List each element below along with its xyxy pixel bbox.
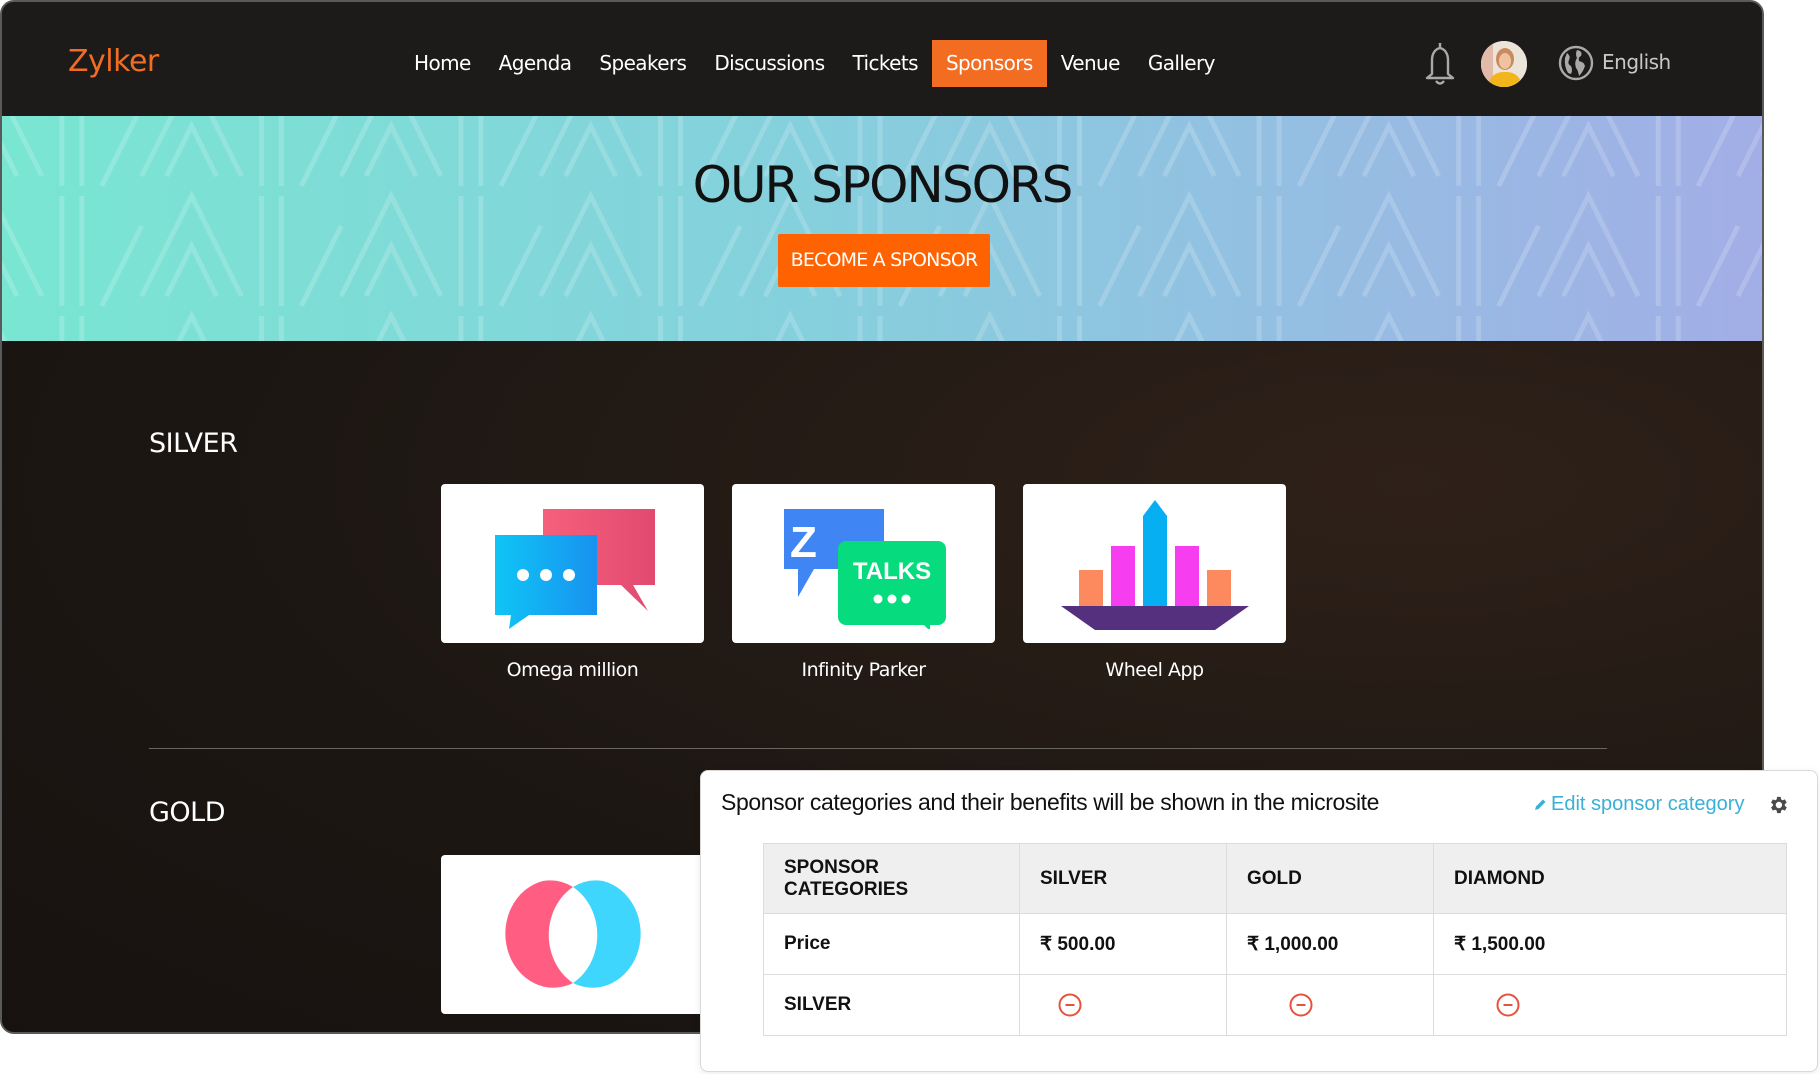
row-label: Price (763, 913, 1020, 975)
nav-tickets[interactable]: Tickets (839, 40, 932, 87)
edit-sponsor-category-label: Edit sponsor category (1551, 793, 1745, 815)
table-header-row: SPONSOR CATEGORIES SILVER GOLD DIAMOND (763, 843, 1787, 914)
section-label-silver: SILVER (149, 428, 238, 459)
column-header: DIAMOND (1433, 843, 1787, 914)
remove-icon[interactable] (1496, 993, 1520, 1017)
table-row: SILVER (763, 974, 1787, 1036)
gear-icon[interactable] (1767, 794, 1789, 816)
site-header: Zylker Home Agenda Speakers Discussions … (2, 2, 1762, 116)
price-cell: ₹ 1,000.00 (1226, 913, 1434, 975)
column-header: SPONSOR CATEGORIES (763, 843, 1020, 914)
column-header: GOLD (1226, 843, 1434, 914)
globe-icon[interactable] (1557, 44, 1595, 82)
sponsor-categories-table: SPONSOR CATEGORIES SILVER GOLD DIAMOND P… (763, 843, 1787, 1036)
sponsor-categories-popup: Sponsor categories and their benefits wi… (700, 770, 1818, 1072)
hero-banner: OUR SPONSORS BECOME A SPONSOR (2, 116, 1762, 341)
banner-pattern (2, 116, 1762, 341)
svg-text:TALKS: TALKS (852, 558, 930, 585)
sponsor-name: Omega million (506, 659, 639, 681)
benefit-cell (1226, 974, 1434, 1036)
section-divider (149, 748, 1607, 749)
remove-icon[interactable] (1289, 993, 1313, 1017)
edit-sponsor-category-link[interactable]: Edit sponsor category (1533, 793, 1744, 816)
sponsor-card-infinity-parker[interactable]: Z TALKS (732, 484, 995, 643)
nav-home[interactable]: Home (400, 40, 485, 87)
bar-boat-logo (1060, 499, 1249, 630)
main-nav: Home Agenda Speakers Discussions Tickets… (400, 40, 1229, 87)
sponsor-name: Wheel App (1105, 659, 1204, 681)
benefit-cell (1433, 974, 1787, 1036)
row-label: SILVER (763, 974, 1020, 1036)
svg-text:Z: Z (790, 518, 817, 567)
sponsor-name: Infinity Parker (801, 659, 926, 681)
page-title: OUR SPONSORS (692, 156, 1074, 214)
overlapping-rings-logo (504, 879, 641, 988)
remove-icon[interactable] (1058, 993, 1082, 1017)
section-label-gold: GOLD (149, 797, 226, 828)
site-logo[interactable]: Zylker (68, 44, 159, 79)
language-selector[interactable]: English (1602, 50, 1671, 74)
nav-gallery[interactable]: Gallery (1134, 40, 1229, 87)
bell-icon[interactable] (1420, 40, 1460, 88)
chat-bubbles-logo (494, 508, 655, 629)
nav-agenda[interactable]: Agenda (485, 40, 586, 87)
column-header: SILVER (1019, 843, 1227, 914)
nav-speakers[interactable]: Speakers (585, 40, 700, 87)
become-sponsor-button[interactable]: BECOME A SPONSOR (778, 234, 990, 287)
avatar[interactable] (1481, 41, 1527, 87)
table-row: Price ₹ 500.00 ₹ 1,000.00 ₹ 1,500.00 (763, 913, 1787, 975)
sponsor-card-gold-1[interactable] (441, 855, 704, 1014)
price-cell: ₹ 500.00 (1019, 913, 1227, 975)
benefit-cell (1019, 974, 1227, 1036)
sponsor-card-omega-million[interactable] (441, 484, 704, 643)
nav-venue[interactable]: Venue (1047, 40, 1134, 87)
popup-title: Sponsor categories and their benefits wi… (721, 789, 1380, 815)
pencil-icon (1535, 799, 1546, 810)
nav-sponsors[interactable]: Sponsors (931, 40, 1047, 87)
nav-discussions[interactable]: Discussions (700, 40, 838, 87)
price-cell: ₹ 1,500.00 (1433, 913, 1787, 975)
z-talks-logo: Z TALKS (783, 508, 946, 629)
sponsor-card-wheel-app[interactable] (1023, 484, 1286, 643)
